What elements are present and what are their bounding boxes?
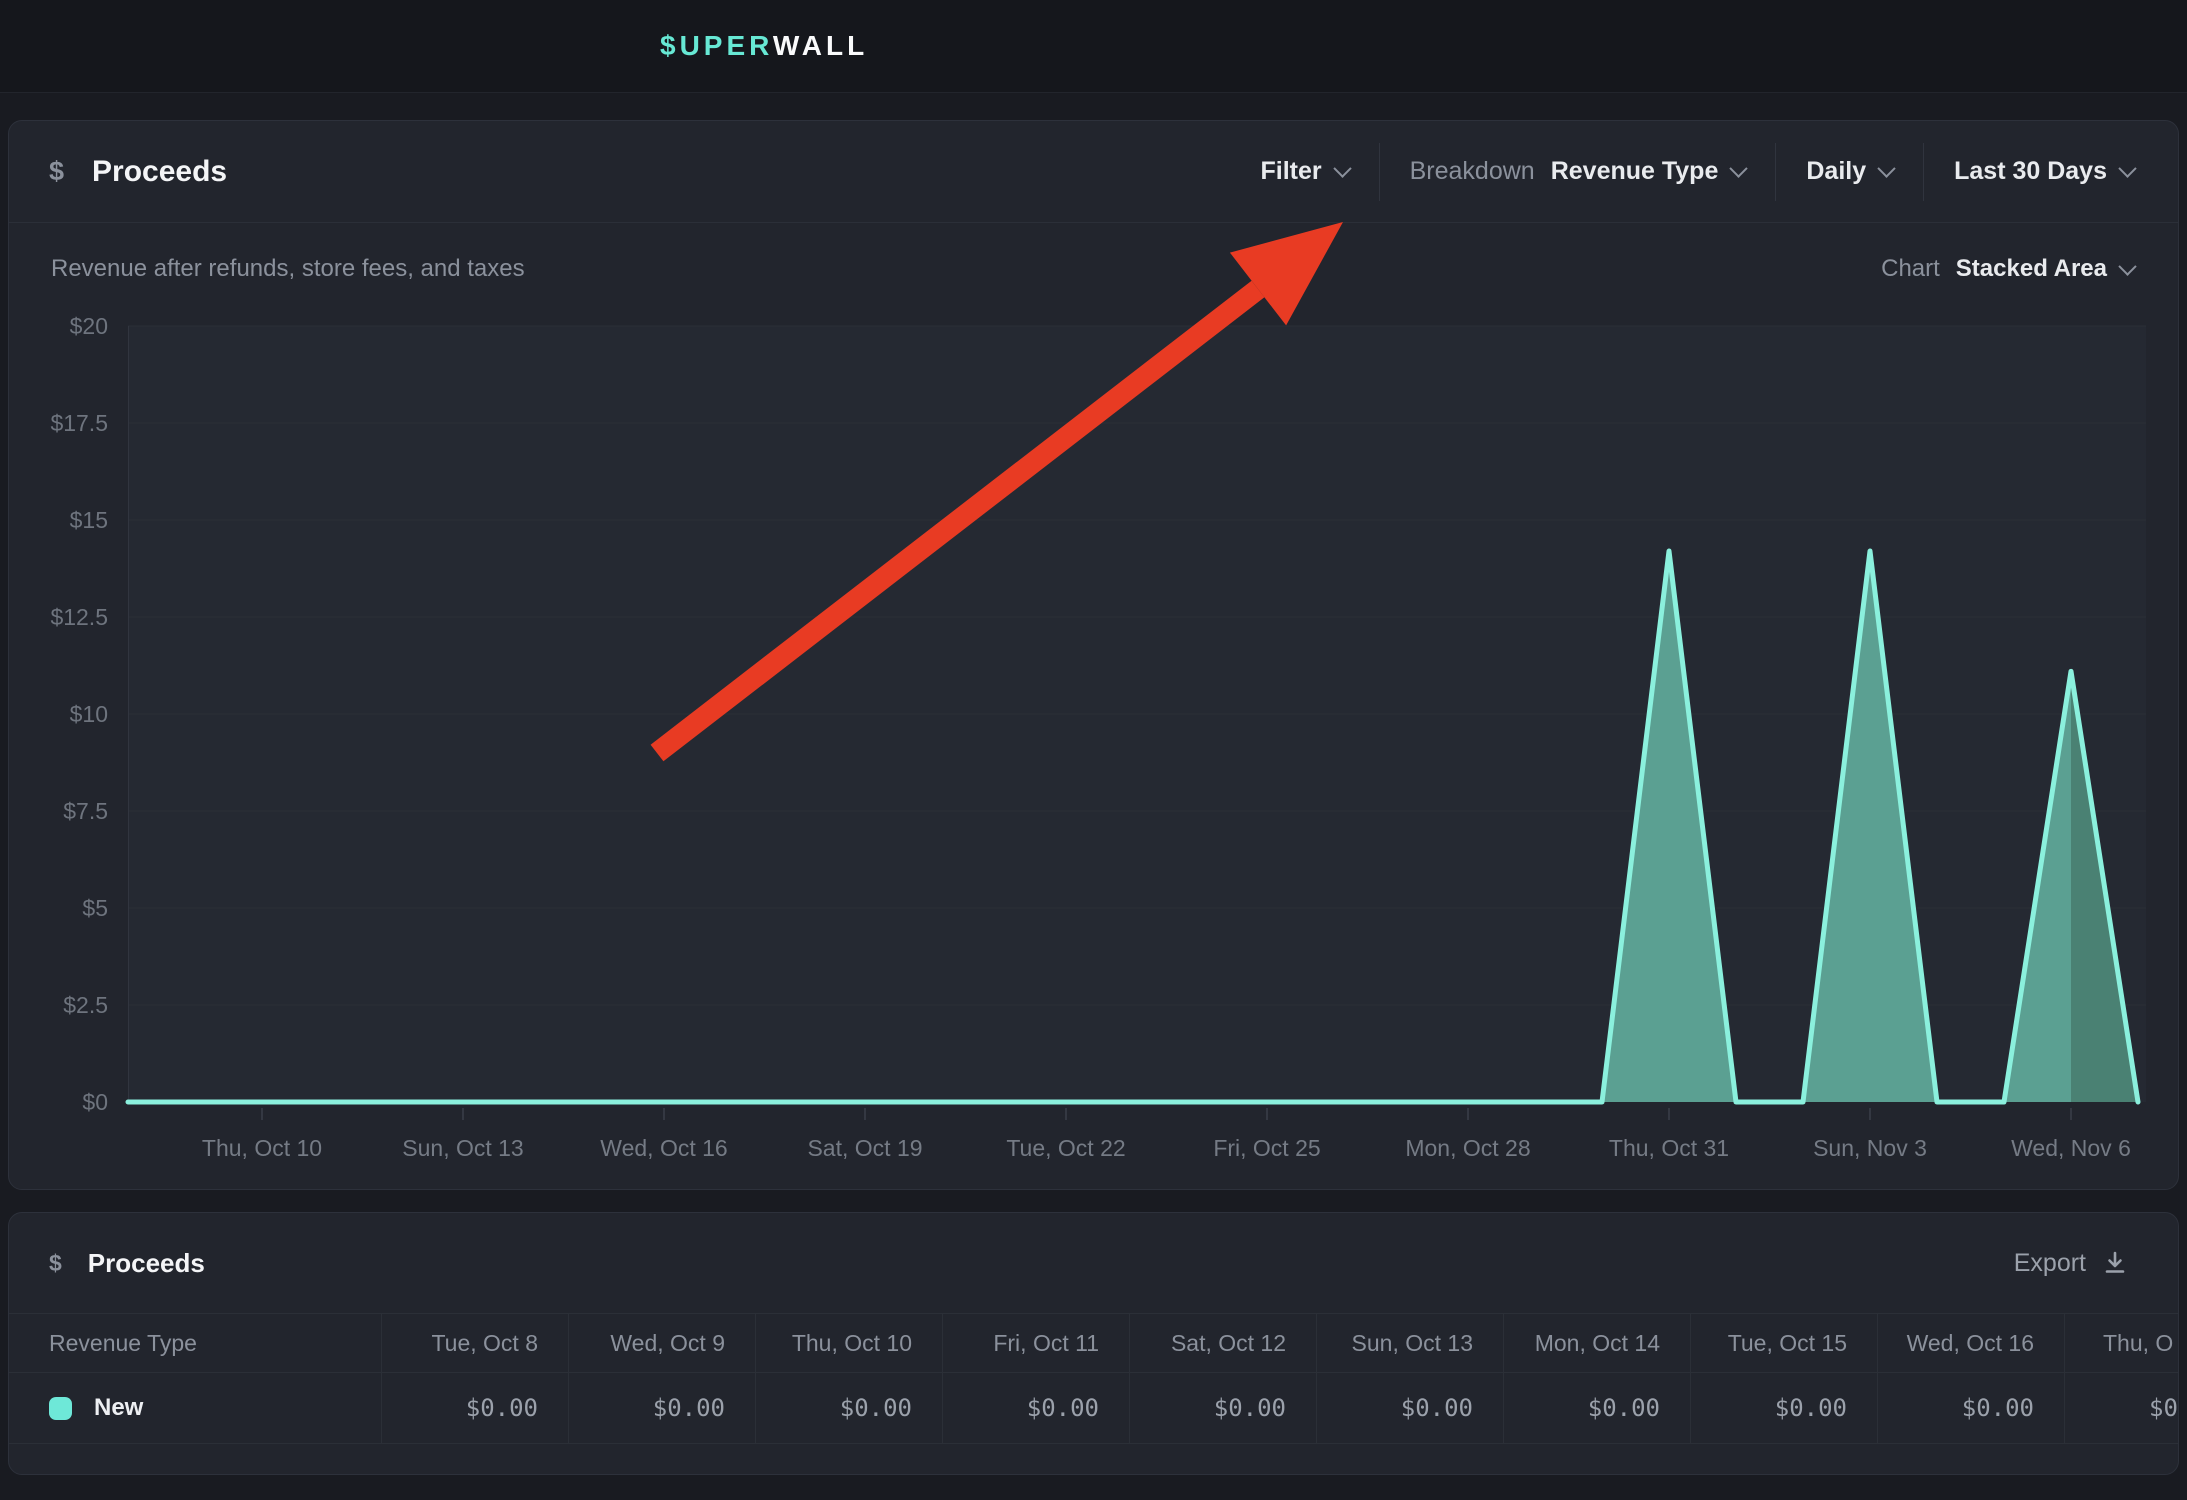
dollar-icon: $ [49,156,64,187]
chart-subheader: Revenue after refunds, store fees, and t… [9,255,2178,283]
table-header-cell: Revenue Type [9,1314,381,1372]
superwall-logo[interactable]: $UPERWALL [660,30,868,62]
table-header-cell: Sun, Oct 13 [1316,1314,1503,1372]
chevron-down-icon [2118,257,2136,275]
table-value-cell: $0.00 [1690,1373,1877,1443]
filter-dropdown[interactable]: Filter [1261,157,1349,186]
table-value-cell: $0.00 [1503,1373,1690,1443]
series-name-label: New [94,1394,143,1422]
table-value-cell: $0 [2064,1373,2179,1443]
table-value-cell: $0.00 [568,1373,755,1443]
chart-type-label: Chart [1881,255,1940,283]
table-panel-header: $ Proceeds Export [9,1213,2178,1313]
table-header-cell: Tue, Oct 15 [1690,1314,1877,1372]
table-header-cell: Mon, Oct 14 [1503,1314,1690,1372]
table-header-cell: Sat, Oct 12 [1129,1314,1316,1372]
chart-panel-header: $ Proceeds Filter Breakdown Revenue Type… [9,121,2178,223]
chevron-down-icon [1333,159,1351,177]
table-header-cell: Wed, Oct 16 [1877,1314,2064,1372]
proceeds-chart-panel: $ Proceeds Filter Breakdown Revenue Type… [8,120,2179,1190]
logo-dollar-part: $UPER [660,30,773,61]
table-value-cell: $0.00 [942,1373,1129,1443]
table-header-cell: Thu, O [2064,1314,2179,1372]
table-value-cell: $0.00 [1877,1373,2064,1443]
page: $UPERWALL $ Proceeds Filter Breakdown Re… [0,0,2187,1500]
page-title: Proceeds [92,155,227,189]
table-value-cell: $0.00 [381,1373,568,1443]
download-icon [2102,1250,2128,1276]
chevron-down-icon [1877,159,1895,177]
export-button[interactable]: Export [2014,1249,2128,1278]
breakdown-value: Revenue Type [1551,157,1719,186]
row-label-cell: New [9,1373,381,1443]
dollar-icon: $ [49,1250,62,1277]
export-label: Export [2014,1249,2086,1278]
table-header-cell: Thu, Oct 10 [755,1314,942,1372]
breakdown-label: Breakdown [1410,157,1535,186]
date-range-value: Last 30 Days [1954,157,2107,186]
breakdown-dropdown[interactable]: Breakdown Revenue Type [1410,157,1746,186]
table-title: Proceeds [88,1248,205,1279]
chart-type-dropdown[interactable]: Chart Stacked Area [1881,255,2134,283]
table-header-row: Revenue TypeTue, Oct 8Wed, Oct 9Thu, Oct… [9,1313,2179,1373]
divider [1923,143,1924,201]
table-header-cell: Tue, Oct 8 [381,1314,568,1372]
table-header-cell: Wed, Oct 9 [568,1314,755,1372]
divider [1379,143,1380,201]
date-range-dropdown[interactable]: Last 30 Days [1954,157,2134,186]
interval-dropdown[interactable]: Daily [1806,157,1893,186]
chevron-down-icon [1730,159,1748,177]
table-value-cell: $0.00 [755,1373,942,1443]
table-value-cell: $0.00 [1316,1373,1503,1443]
table-header-cell: Fri, Oct 11 [942,1314,1129,1372]
filter-label: Filter [1261,157,1322,186]
table-value-cell: $0.00 [1129,1373,1316,1443]
top-bar: $UPERWALL [0,0,2187,93]
chart-type-value: Stacked Area [1956,255,2107,283]
series-color-swatch [49,1397,72,1420]
interval-value: Daily [1806,157,1866,186]
chevron-down-icon [2118,159,2136,177]
table-row: New$0.00$0.00$0.00$0.00$0.00$0.00$0.00$0… [9,1373,2179,1444]
chart-controls: Filter Breakdown Revenue Type Daily Last… [1261,143,2135,201]
proceeds-table-panel: $ Proceeds Export Revenue TypeTue, Oct 8… [8,1212,2179,1475]
divider [1775,143,1776,201]
chart-subtitle: Revenue after refunds, store fees, and t… [51,255,525,283]
logo-wall-part: WALL [773,30,868,61]
